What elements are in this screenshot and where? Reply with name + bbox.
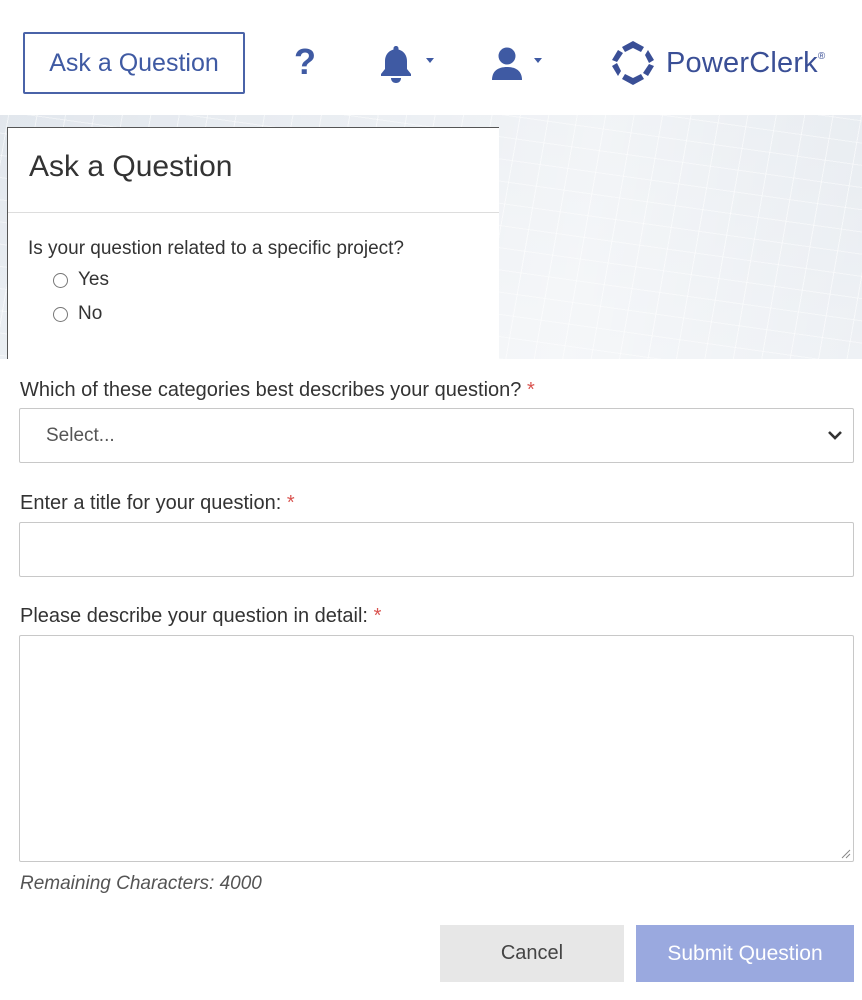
title-label: Enter a title for your question: * xyxy=(20,492,295,514)
title-input[interactable] xyxy=(19,522,854,577)
radio-option-yes[interactable]: Yes xyxy=(53,269,109,291)
user-menu-dropdown[interactable] xyxy=(490,44,550,84)
radio-label: Yes xyxy=(78,269,109,290)
cancel-button[interactable]: Cancel xyxy=(440,925,624,982)
radio-label: No xyxy=(78,303,103,324)
remaining-characters: Remaining Characters: 4000 xyxy=(20,873,262,894)
question-form: Which of these categories best describes… xyxy=(0,359,862,1000)
chevron-down-icon xyxy=(828,431,842,440)
resize-handle-icon[interactable] xyxy=(839,847,851,859)
category-label: Which of these categories best describes… xyxy=(20,379,535,401)
required-marker: * xyxy=(526,379,535,401)
help-icon[interactable]: ? xyxy=(290,42,320,82)
ask-question-modal-header: Ask a Question Is your question related … xyxy=(7,127,499,359)
detail-textarea[interactable] xyxy=(19,635,854,862)
divider xyxy=(8,212,499,213)
modal-title: Ask a Question xyxy=(29,150,233,183)
radio-button[interactable] xyxy=(53,306,68,322)
ask-question-button[interactable]: Ask a Question xyxy=(23,32,245,94)
bell-icon xyxy=(381,46,411,83)
user-icon xyxy=(492,47,522,80)
top-navbar: Ask a Question ? PowerClerk® xyxy=(0,0,862,115)
category-select[interactable]: Select... xyxy=(19,408,854,463)
powerclerk-logo: PowerClerk® xyxy=(608,38,825,88)
detail-label: Please describe your question in detail:… xyxy=(20,605,382,627)
radio-button[interactable] xyxy=(53,272,68,288)
powerclerk-logo-mark-icon xyxy=(612,41,654,85)
required-marker: * xyxy=(373,605,382,627)
project-question-label: Is your question related to a specific p… xyxy=(28,238,404,259)
chevron-down-icon xyxy=(426,58,434,63)
submit-question-button[interactable]: Submit Question xyxy=(636,925,854,982)
required-marker: * xyxy=(286,492,295,514)
logo-wordmark: PowerClerk® xyxy=(666,46,826,79)
notifications-dropdown[interactable] xyxy=(378,44,438,84)
chevron-down-icon xyxy=(534,58,542,63)
radio-option-no[interactable]: No xyxy=(53,303,102,325)
